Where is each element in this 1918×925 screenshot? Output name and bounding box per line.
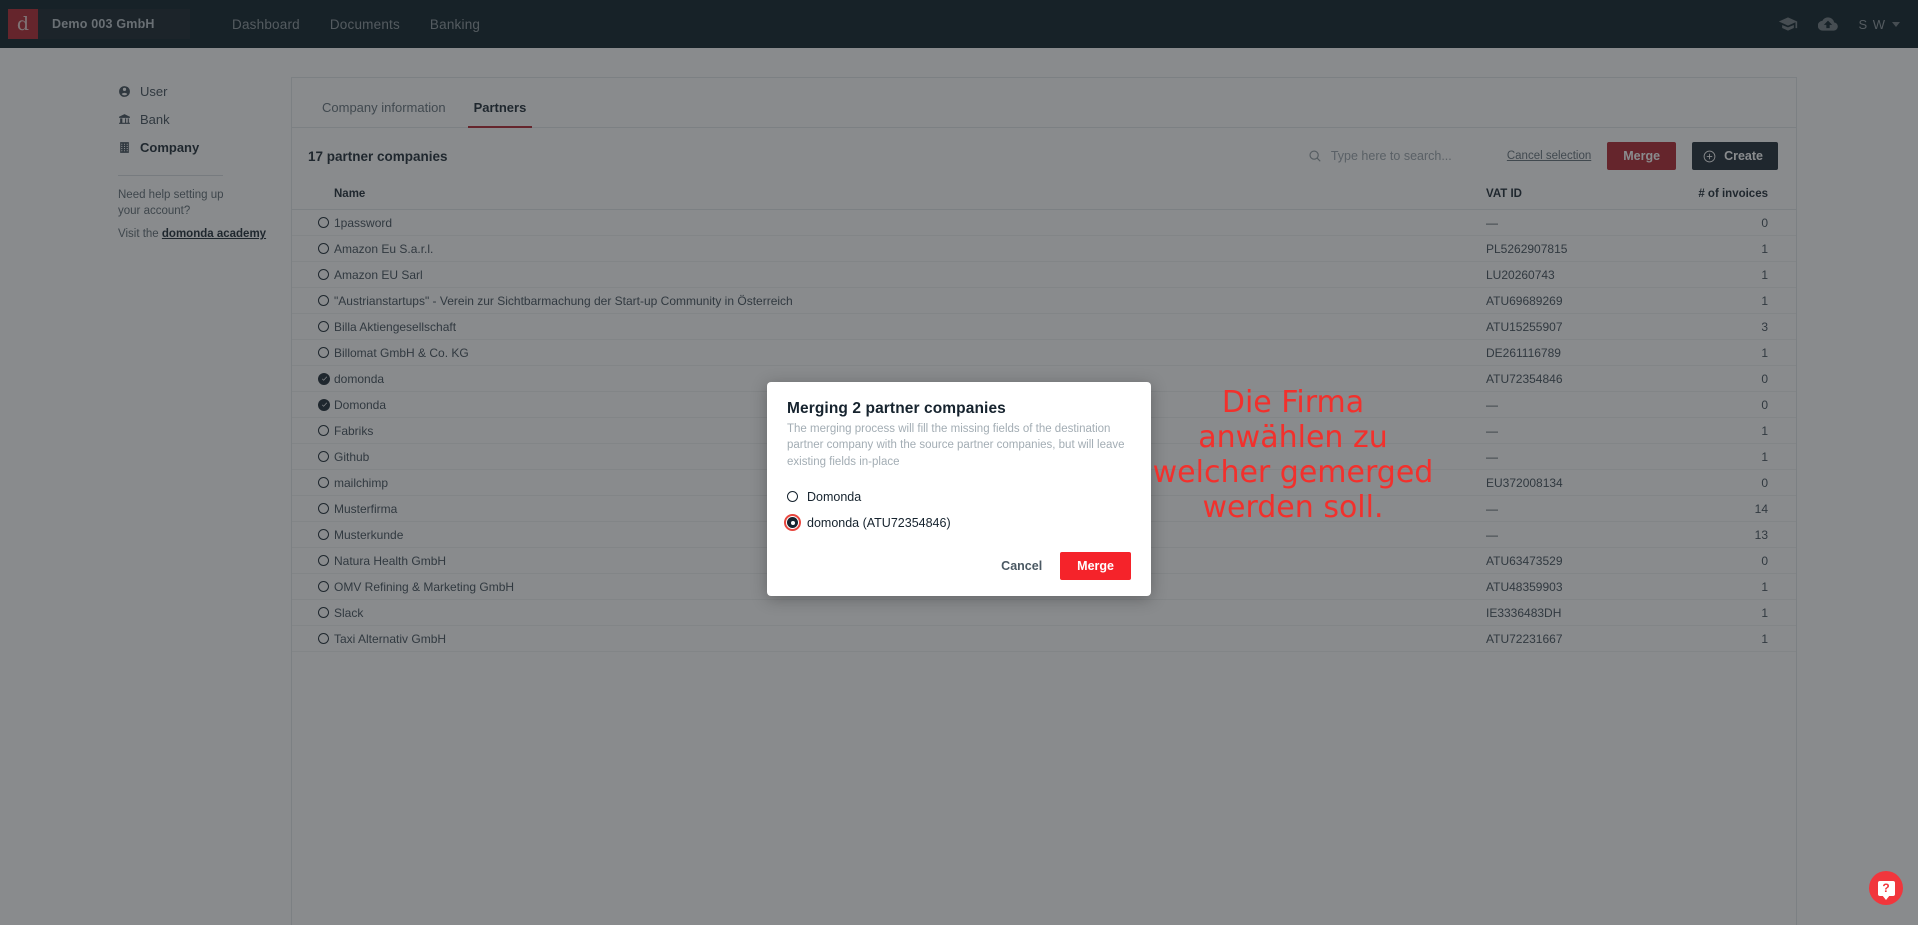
dialog-cancel-button[interactable]: Cancel xyxy=(997,553,1046,579)
destination-radio-group: Domonda domonda (ATU72354846) xyxy=(784,486,1131,534)
radio-option-domonda-upper[interactable]: Domonda xyxy=(787,486,1131,508)
dialog-actions: Cancel Merge xyxy=(787,551,1131,580)
radio-unselected-icon xyxy=(787,491,798,503)
radio-option-domonda-lower[interactable]: domonda (ATU72354846) xyxy=(784,512,1131,534)
help-button[interactable]: ? xyxy=(1869,871,1903,905)
radio-selected-icon xyxy=(784,514,801,532)
radio-option-label: domonda (ATU72354846) xyxy=(807,515,951,530)
merge-dialog: Merging 2 partner companies The merging … xyxy=(767,382,1151,596)
dialog-merge-button[interactable]: Merge xyxy=(1060,551,1131,580)
help-question-icon: ? xyxy=(1877,880,1895,900)
dialog-description: The merging process will fill the missin… xyxy=(787,423,1125,468)
radio-option-label: Domonda xyxy=(807,489,862,504)
dialog-title: Merging 2 partner companies xyxy=(787,400,1006,417)
app-root: d Demo 003 GmbH Dashboard Documents Bank… xyxy=(0,0,1918,925)
